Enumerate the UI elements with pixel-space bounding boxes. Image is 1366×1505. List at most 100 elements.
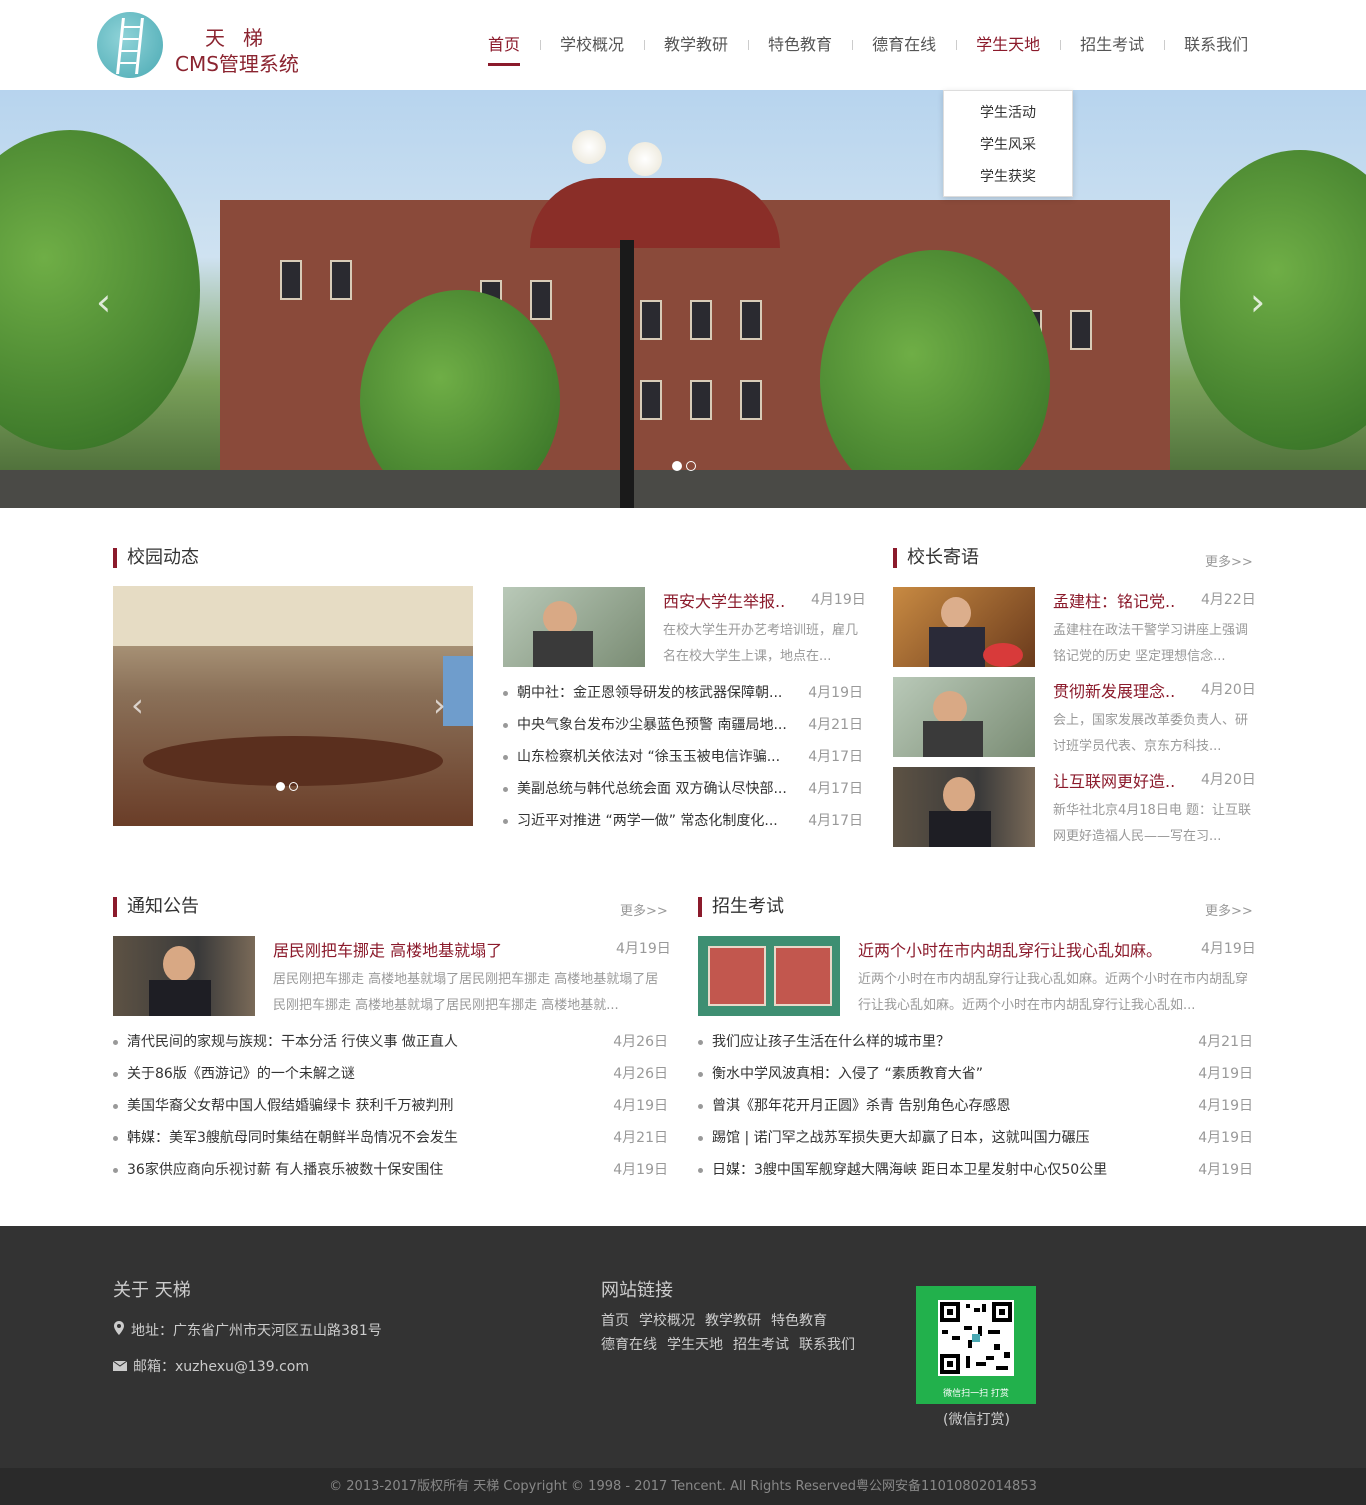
site-footer: 关于 天梯 地址：广东省广州市天河区五山路381号 邮箱：xuzhexu@139… [0, 1226, 1366, 1468]
nav-item-home[interactable]: 首页 [468, 34, 540, 74]
carousel-next-icon[interactable]: › [1250, 280, 1265, 324]
footer-link-contact[interactable]: 联系我们 [799, 1337, 855, 1353]
list-item[interactable]: 我们应让孩子生活在什么样的城市里？ 4月21日 [698, 1026, 1253, 1058]
principal-item-date: 4月22日 [1201, 592, 1256, 608]
notice-more-link[interactable]: 更多>> [620, 900, 668, 919]
nav-item-teaching[interactable]: 教学教研 [644, 34, 748, 74]
footer-link-teaching[interactable]: 教学教研 [705, 1313, 761, 1329]
logo-subtitle: CMS管理系统 [175, 52, 299, 76]
copyright-bar: © 2013-2017版权所有 天梯 Copyright © 1998 - 20… [0, 1468, 1366, 1505]
section-title-notice: 通知公告 [113, 897, 199, 917]
footer-link-overview[interactable]: 学校概况 [639, 1313, 695, 1329]
footer-address: 地址：广东省广州市天河区五山路381号 [113, 1320, 382, 1340]
footer-link-moral[interactable]: 德育在线 [601, 1337, 657, 1353]
principal-item-desc: 孟建柱在政法干警学习讲座上强调铭记党的历史 坚定理想信念... [1053, 623, 1249, 664]
notice-list: 清代民间的家规与族规：干本分活 行侠义事 做正直人 4月26日 关于86版《西游记… [113, 1026, 668, 1186]
list-item[interactable]: 美国华裔父女帮中国人假结婚骗绿卡 获利千万被判刑 4月19日 [113, 1090, 668, 1122]
campus-featured-thumbnail[interactable] [503, 587, 645, 667]
principal-item-date: 4月20日 [1201, 772, 1256, 788]
section-title-admission: 招生考试 [698, 897, 784, 917]
footer-link-admission[interactable]: 招生考试 [733, 1337, 789, 1353]
footer-links-row: 首页 学校概况 教学教研 特色教育 [601, 1310, 837, 1330]
notice-featured-date: 4月19日 [616, 941, 671, 957]
principal-item-title[interactable]: 让互联网更好造.. [1053, 768, 1193, 792]
list-item[interactable]: 36家供应商向乐视讨薪 有人播哀乐被数十保安围住 4月19日 [113, 1154, 668, 1186]
nav-item-admission[interactable]: 招生考试 [1060, 34, 1164, 74]
principal-more-link[interactable]: 更多>> [1205, 551, 1253, 570]
campus-news-list: 朝中社：金正恩领导研发的核武器保障朝... 4月19日 中央气象台发布沙尘暴蓝色预… [503, 677, 863, 837]
footer-links-title: 网站链接 [601, 1280, 673, 1301]
footer-link-special[interactable]: 特色教育 [771, 1313, 827, 1329]
logo-name: 天梯 [205, 26, 281, 50]
list-item[interactable]: 习近平对推进 “两学一做” 常态化制度化... 4月17日 [503, 805, 863, 837]
nav-item-school-overview[interactable]: 学校概况 [540, 34, 644, 74]
carousel-prev-icon[interactable]: ‹ [96, 280, 111, 324]
principal-item-title[interactable]: 孟建柱：铭记党.. [1053, 588, 1193, 612]
campus-featured-title[interactable]: 西安大学生举报.. [663, 588, 803, 612]
student-world-dropdown: 学生活动 学生风采 学生获奖 [943, 90, 1073, 197]
admission-featured-title[interactable]: 近两个小时在市内胡乱穿行让我心乱如麻。 [858, 937, 1188, 961]
qr-label: (微信打赏) [943, 1412, 1010, 1428]
nav-item-special-education[interactable]: 特色教育 [748, 34, 852, 74]
notice-featured-thumbnail[interactable] [113, 936, 255, 1016]
list-item[interactable]: 中央气象台发布沙尘暴蓝色预警 南疆局地... 4月21日 [503, 709, 863, 741]
footer-link-students[interactable]: 学生天地 [667, 1337, 723, 1353]
street-lamp [620, 240, 634, 508]
admission-featured-desc: 近两个小时在市内胡乱穿行让我心乱如麻。近两个小时在市内胡乱穿行让我心乱如麻。近两… [858, 972, 1249, 1013]
dropdown-item-awards[interactable]: 学生获奖 [944, 165, 1072, 197]
nav-item-contact[interactable]: 联系我们 [1164, 34, 1268, 74]
section-title-principal: 校长寄语 [893, 548, 979, 568]
campus-slideshow-image[interactable]: ‹ › [113, 586, 473, 826]
list-item[interactable]: 衡水中学风波真相：入侵了 “素质教育大省” 4月19日 [698, 1058, 1253, 1090]
main-nav: 首页 学校概况 教学教研 特色教育 德育在线 学生天地 招生考试 联系我们 [468, 34, 1268, 74]
mail-icon [112, 1360, 128, 1375]
nav-item-moral-education[interactable]: 德育在线 [852, 34, 956, 74]
slideshow-next-icon[interactable]: › [433, 686, 446, 724]
slideshow-dot[interactable] [276, 782, 285, 791]
qr-code-icon [938, 1300, 1014, 1376]
principal-item-title[interactable]: 贯彻新发展理念.. [1053, 678, 1193, 702]
campus-featured-date: 4月19日 [811, 592, 866, 608]
slideshow-dot[interactable] [289, 782, 298, 791]
admission-featured-date: 4月19日 [1201, 941, 1256, 957]
footer-link-home[interactable]: 首页 [601, 1313, 629, 1329]
list-item[interactable]: 踢馆 | 诺门罕之战苏军损失更大却赢了日本，这就叫国力碾压 4月19日 [698, 1122, 1253, 1154]
principal-thumbnail[interactable] [893, 587, 1035, 667]
list-item[interactable]: 清代民间的家规与族规：干本分活 行侠义事 做正直人 4月26日 [113, 1026, 668, 1058]
dropdown-item-showcase[interactable]: 学生风采 [944, 133, 1072, 165]
notice-featured-title[interactable]: 居民刚把车挪走 高楼地基就塌了 [273, 937, 603, 961]
principal-thumbnail[interactable] [893, 767, 1035, 847]
list-item[interactable]: 日媒：3艘中国军舰穿越大隅海峡 距日本卫星发射中心仅50公里 4月19日 [698, 1154, 1253, 1186]
nav-item-student-world[interactable]: 学生天地 [956, 34, 1060, 74]
carousel-dots [672, 461, 696, 471]
list-item[interactable]: 关于86版《西游记》的一个未解之谜 4月26日 [113, 1058, 668, 1090]
footer-about-title: 关于 天梯 [113, 1280, 191, 1301]
list-item[interactable]: 山东检察机关依法对 “徐玉玉被电信诈骗... 4月17日 [503, 741, 863, 773]
qr-caption: 微信扫一扫 打赏 [943, 1389, 1009, 1399]
list-item[interactable]: 朝中社：金正恩领导研发的核武器保障朝... 4月19日 [503, 677, 863, 709]
hero-carousel: ‹ › [0, 90, 1366, 508]
principal-item-desc: 会上，国家发展改革委负责人、研讨班学员代表、京东方科技... [1053, 713, 1249, 754]
location-pin-icon [113, 1321, 125, 1339]
footer-email: 邮箱：xuzhexu@139.com [112, 1356, 309, 1376]
list-item[interactable]: 曾淇《那年花开月正圆》杀青 告别角色心存感恩 4月19日 [698, 1090, 1253, 1122]
list-item[interactable]: 美副总统与韩代总统会面 双方确认尽快部... 4月17日 [503, 773, 863, 805]
footer-links-row: 德育在线 学生天地 招生考试 联系我们 [601, 1334, 865, 1354]
admission-list: 我们应让孩子生活在什么样的城市里？ 4月21日 衡水中学风波真相：入侵了 “素质教… [698, 1026, 1253, 1186]
ladder-logo-icon [97, 12, 163, 78]
carousel-dot[interactable] [672, 461, 682, 471]
slideshow-prev-icon[interactable]: ‹ [131, 686, 144, 724]
carousel-dot[interactable] [686, 461, 696, 471]
principal-item-date: 4月20日 [1201, 682, 1256, 698]
principal-item-desc: 新华社北京4月18日电 题：让互联网更好造福人民——写在习... [1053, 803, 1251, 844]
site-header: 天梯 CMS管理系统 首页 学校概况 教学教研 特色教育 德育在线 学生天地 招… [0, 0, 1366, 90]
campus-featured-desc: 在校大学生开办艺考培训班，雇几名在校大学生上课，地点在... [663, 623, 859, 664]
list-item[interactable]: 韩媒：美军3艘航母同时集结在朝鲜半岛情况不会发生 4月21日 [113, 1122, 668, 1154]
admission-more-link[interactable]: 更多>> [1205, 900, 1253, 919]
admission-featured-thumbnail[interactable] [698, 936, 840, 1016]
principal-thumbnail[interactable] [893, 677, 1035, 757]
notice-featured-desc: 居民刚把车挪走 高楼地基就塌了居民刚把车挪走 高楼地基就塌了居民刚把车挪走 高楼… [273, 972, 659, 1013]
wechat-qr-code: 微信扫一扫 打赏 [916, 1286, 1036, 1404]
site-logo[interactable]: 天梯 CMS管理系统 [97, 10, 317, 80]
dropdown-item-activities[interactable]: 学生活动 [944, 101, 1072, 133]
